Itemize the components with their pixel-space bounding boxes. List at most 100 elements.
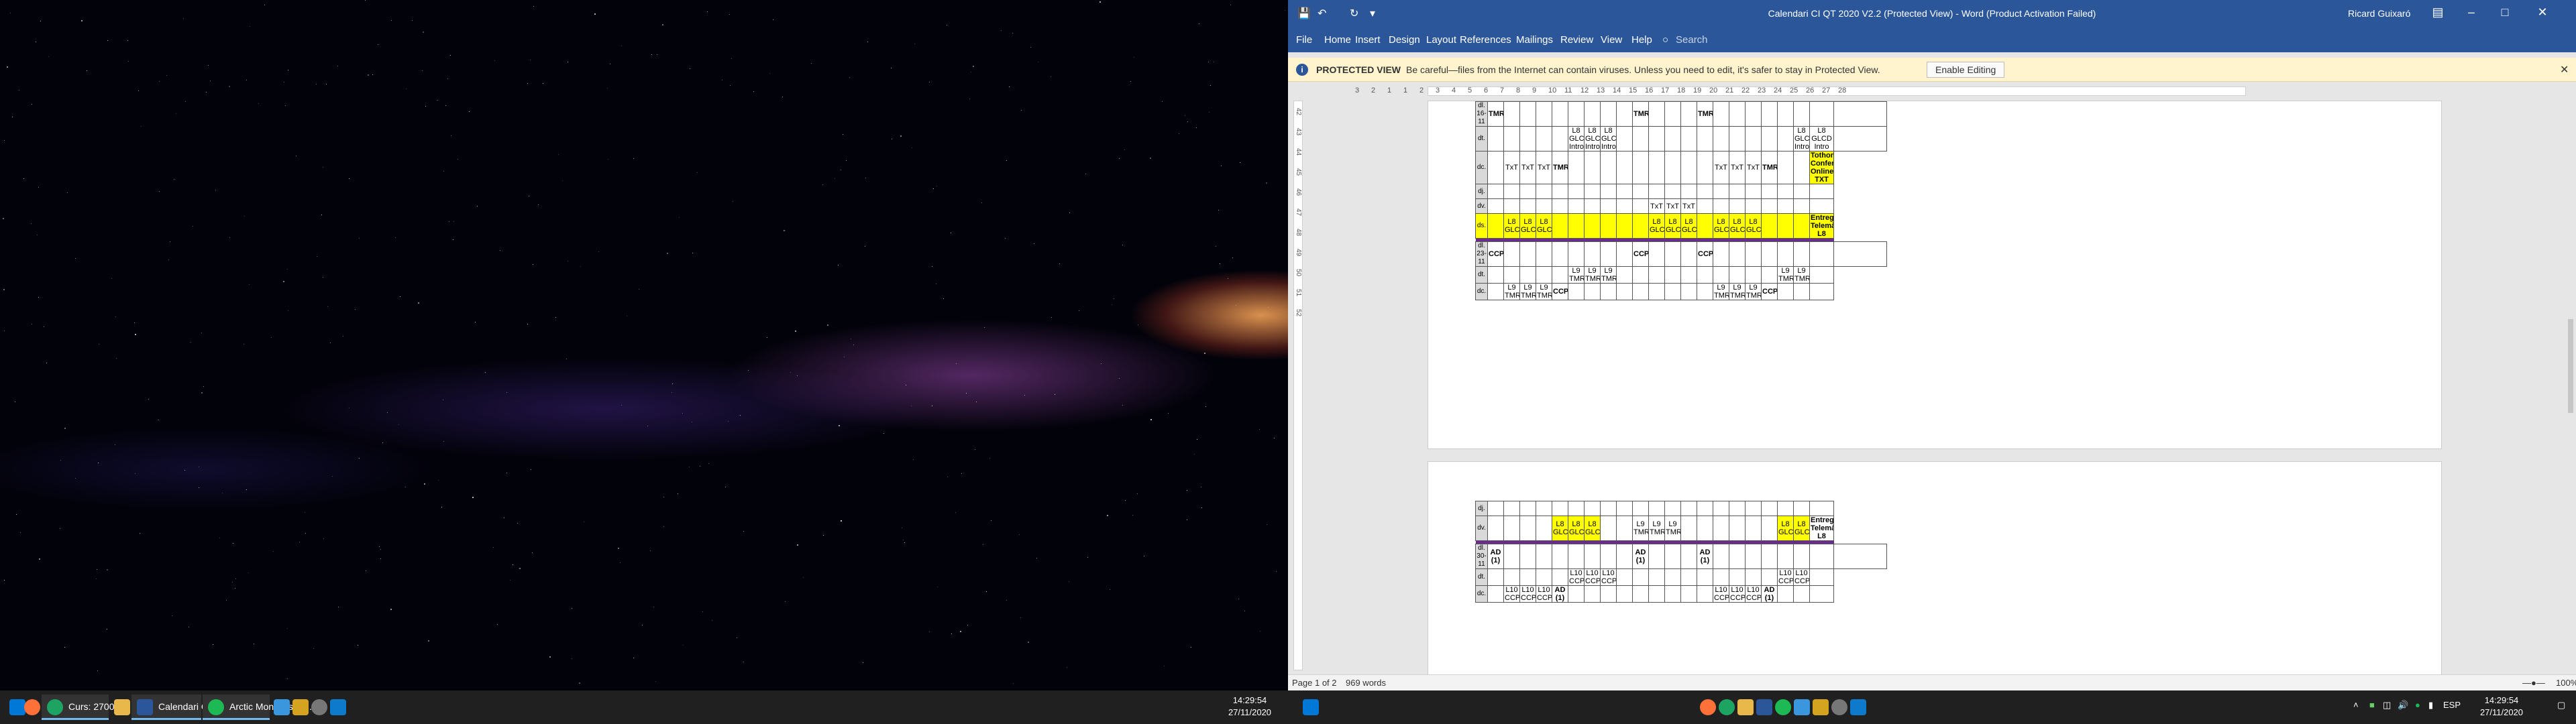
table-cell xyxy=(1600,151,1617,184)
star xyxy=(203,386,204,387)
taskbar-app[interactable]: Arctic Monkeys - M... xyxy=(203,695,317,720)
tray-chevron-icon[interactable]: ˄ xyxy=(2353,700,2359,710)
table-cell xyxy=(1616,585,1633,603)
table-cell xyxy=(1487,184,1504,199)
star xyxy=(827,324,829,326)
sticky-icon[interactable] xyxy=(1813,699,1829,715)
star xyxy=(469,111,470,112)
snip-icon[interactable] xyxy=(274,699,290,715)
table-cell xyxy=(1487,501,1504,516)
table-cell xyxy=(1777,101,1794,127)
taskbar-app[interactable]: Curs: 270013 - INTE... xyxy=(42,695,162,720)
vscode-icon[interactable] xyxy=(1850,699,1866,715)
table-cell xyxy=(1745,266,1762,284)
tray-nvidia-icon[interactable]: ■ xyxy=(2369,700,2375,710)
settings-gear-icon[interactable] xyxy=(1831,699,1847,715)
user-name[interactable]: Ricard Guixaró xyxy=(2348,8,2410,19)
title-bar: 💾 ↶ ↻ ▾ Calendari CI QT 2020 V2.2 (Prote… xyxy=(1288,0,2576,28)
maximize-icon[interactable]: □ xyxy=(2491,5,2518,19)
horizontal-ruler[interactable]: 3 2 1 1 2 3 4 5 6 7 8 9 10 11 12 13 14 15 16 17 18 19 20 21 22 23… xyxy=(1288,84,2576,98)
star xyxy=(1107,515,1109,517)
windows-start-icon[interactable] xyxy=(1303,699,1319,715)
table-cell: L8 GLCD xyxy=(1713,213,1729,239)
vertical-scrollbar[interactable] xyxy=(2565,98,2576,674)
table-row: dv.L8 GLCDL8 GLCDL8 GLCDL9 TMRL9 TMRL9 T… xyxy=(1475,516,1887,541)
notifications-icon[interactable]: ▢ xyxy=(2557,700,2565,711)
tray-language[interactable]: ESP xyxy=(2443,700,2461,710)
star xyxy=(989,457,991,459)
table-cell xyxy=(1632,568,1649,586)
table-cell xyxy=(1664,241,1681,267)
battery-icon[interactable]: ▮ xyxy=(2428,700,2433,711)
table-cell xyxy=(1793,585,1810,603)
taskbar-app[interactable]: Calendari CI QT 202... xyxy=(131,695,252,720)
table-cell xyxy=(1745,568,1762,586)
table-cell xyxy=(1697,198,1713,214)
word-count[interactable]: 969 words xyxy=(1346,678,1386,688)
star xyxy=(313,648,314,650)
chrome-icon[interactable] xyxy=(1719,699,1735,715)
file-explorer-icon[interactable] xyxy=(1737,699,1754,715)
firefox-icon[interactable] xyxy=(1700,699,1716,715)
tab-review[interactable]: Review xyxy=(1560,34,1593,46)
table-cell xyxy=(1487,266,1504,284)
network-icon[interactable]: ◫ xyxy=(2383,700,2391,711)
ribbon-display-icon[interactable]: ▤ xyxy=(2424,5,2451,19)
table-cell xyxy=(1664,151,1681,184)
star xyxy=(846,160,847,162)
tab-home[interactable]: Home xyxy=(1324,34,1351,46)
enable-editing-button[interactable]: Enable Editing xyxy=(1927,62,2005,78)
minimize-icon[interactable]: – xyxy=(2458,5,2485,19)
tab-layout[interactable]: Layout xyxy=(1426,34,1456,46)
zoom-level[interactable]: 100% xyxy=(2556,678,2576,688)
ruler-number: 3 xyxy=(1355,86,1360,95)
tab-mailings[interactable]: Mailings xyxy=(1516,34,1553,46)
table-cell xyxy=(1616,101,1633,127)
table-cell xyxy=(1793,501,1810,516)
vertical-ruler[interactable]: 42 43 44 45 46 47 48 49 50 51 52 xyxy=(1293,101,1303,670)
star xyxy=(1268,307,1269,308)
table-cell xyxy=(1680,585,1697,603)
tab-insert[interactable]: Insert xyxy=(1355,34,1381,46)
sticky-icon[interactable] xyxy=(292,699,309,715)
table-cell xyxy=(1745,241,1762,267)
table-cell: TxT xyxy=(1713,151,1729,184)
star xyxy=(1205,406,1207,408)
firefox-icon[interactable] xyxy=(24,699,40,715)
page-count[interactable]: Page 1 of 2 xyxy=(1292,678,1337,688)
volume-icon[interactable]: 🔊 xyxy=(2398,700,2408,711)
star xyxy=(796,544,798,546)
star xyxy=(740,414,741,416)
close-bar-icon[interactable]: ✕ xyxy=(2560,63,2569,76)
ruler-number: 4 xyxy=(1452,86,1456,95)
tab-view[interactable]: View xyxy=(1601,34,1622,46)
star xyxy=(1195,127,1197,128)
table-cell xyxy=(1568,101,1585,127)
table-cell xyxy=(1503,198,1520,214)
table-cell xyxy=(1616,213,1633,239)
tab-references[interactable]: References xyxy=(1460,34,1511,46)
table-cell xyxy=(1552,501,1568,516)
tray-spotify-icon[interactable]: ● xyxy=(2415,700,2420,710)
spotify-icon[interactable] xyxy=(1775,699,1791,715)
tab-design[interactable]: Design xyxy=(1389,34,1420,46)
snip-icon[interactable] xyxy=(1794,699,1810,715)
star xyxy=(679,217,680,218)
taskbar-clock[interactable]: 14:29:54 27/11/2020 xyxy=(1213,695,1287,719)
vscode-icon[interactable] xyxy=(330,699,346,715)
table-cell xyxy=(1745,501,1762,516)
zoom-slider[interactable]: —●— xyxy=(2522,678,2545,688)
windows-start-icon[interactable] xyxy=(9,699,25,715)
file-explorer-icon[interactable] xyxy=(114,699,130,715)
star xyxy=(510,579,511,581)
tab-help[interactable]: Help xyxy=(1631,34,1652,46)
table-cell xyxy=(1536,184,1552,199)
tab-file[interactable]: File xyxy=(1296,34,1312,46)
taskbar-clock[interactable]: 14:29:54 27/11/2020 xyxy=(2465,695,2538,719)
settings-gear-icon[interactable] xyxy=(311,699,327,715)
table-cell: Tothom Conferència Online TXT xyxy=(1809,151,1834,184)
search-box[interactable]: Search xyxy=(1676,34,1708,46)
close-icon[interactable]: ✕ xyxy=(2529,5,2556,19)
table-cell xyxy=(1761,101,1778,127)
word-icon[interactable] xyxy=(1756,699,1772,715)
